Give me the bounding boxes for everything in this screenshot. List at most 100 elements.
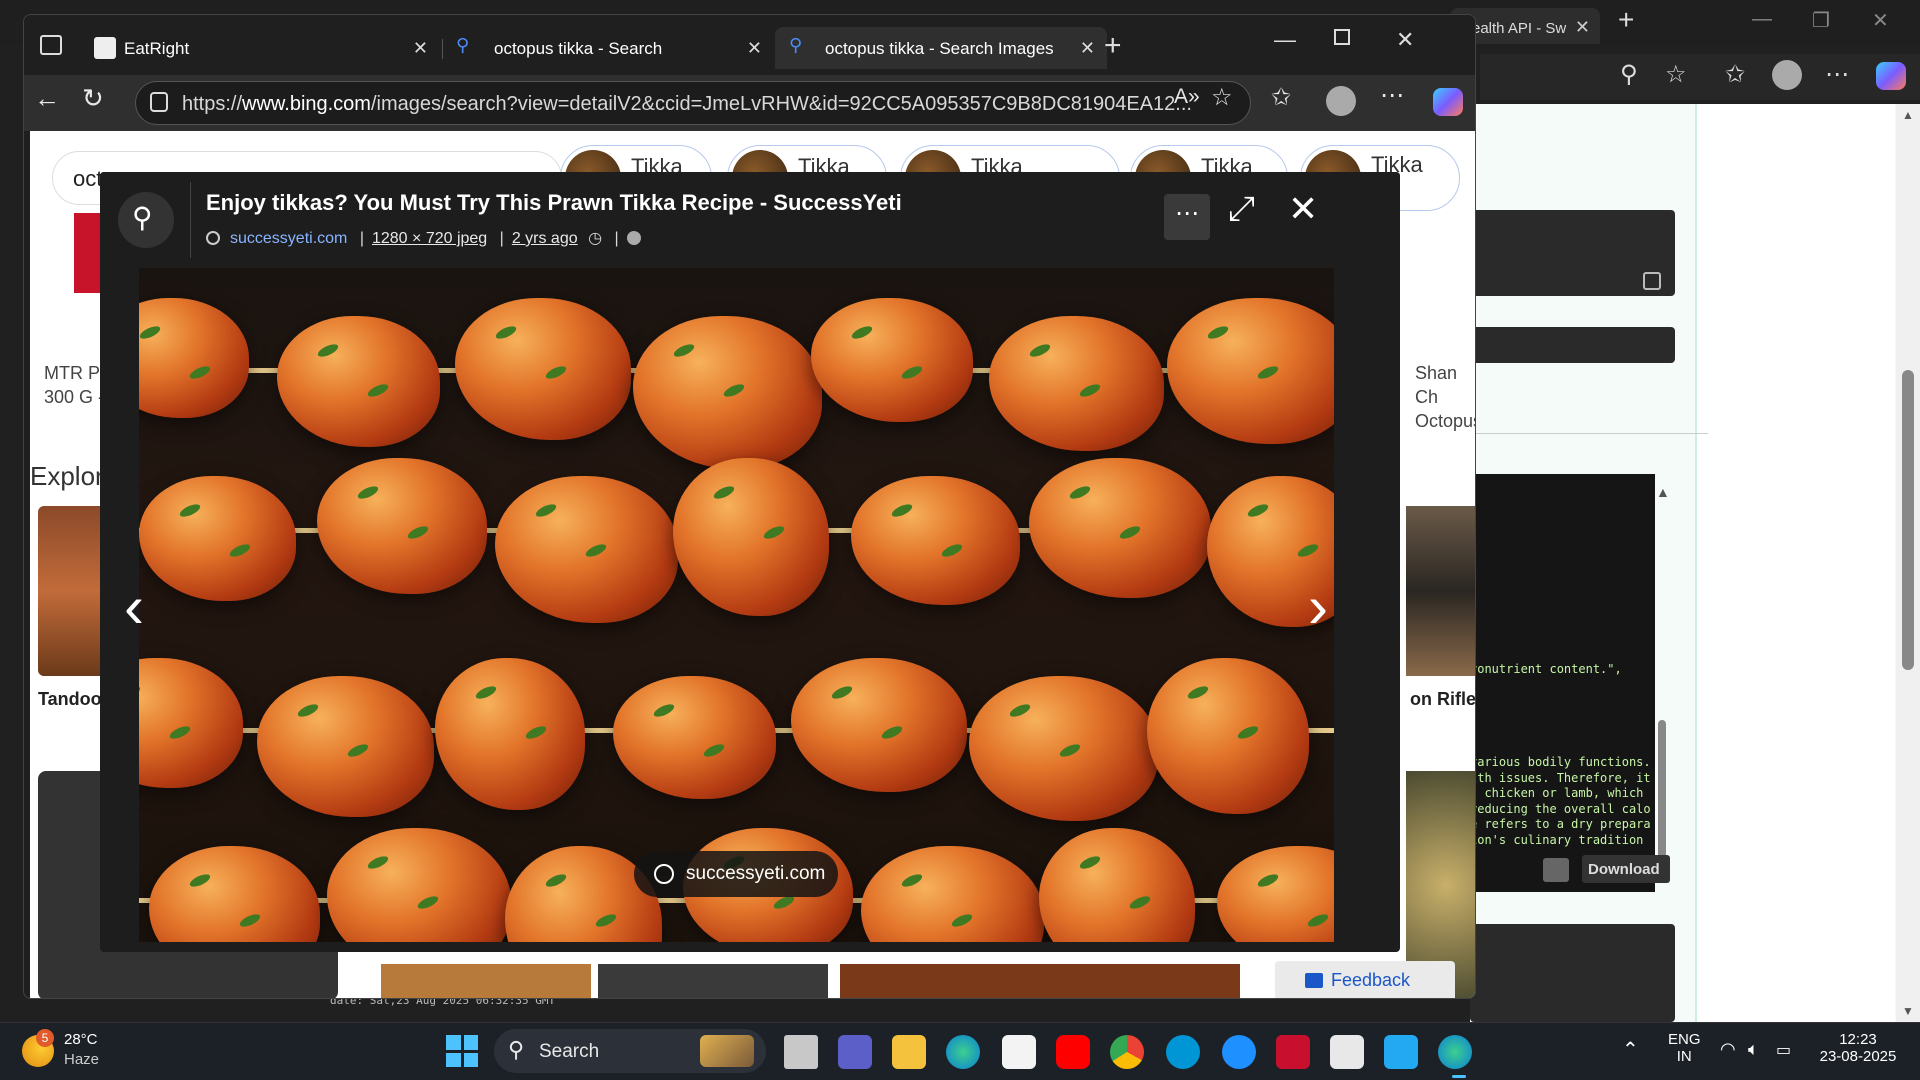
weather-badge: 5 bbox=[36, 1029, 54, 1047]
profile-avatar[interactable] bbox=[1772, 60, 1802, 90]
more-options-button[interactable]: ⋯ bbox=[1164, 194, 1210, 240]
tab-actions-icon[interactable] bbox=[40, 35, 62, 55]
search-highlight-image bbox=[700, 1035, 754, 1067]
url-prefix: https:// bbox=[182, 93, 243, 115]
chevron-up-icon[interactable]: ⌃ bbox=[1622, 1037, 1639, 1062]
response-code-panel: ronutrient content.", various bodily fun… bbox=[1470, 474, 1655, 892]
minimize-icon[interactable]: — bbox=[1752, 8, 1772, 31]
info-icon[interactable] bbox=[626, 231, 641, 245]
read-aloud-icon[interactable]: A» bbox=[1174, 85, 1200, 109]
tab-octopus-search[interactable]: ⚲ octopus tikka - Search ✕ bbox=[444, 27, 770, 69]
explore-image[interactable] bbox=[38, 506, 108, 676]
result-image[interactable] bbox=[840, 964, 1240, 998]
prawn bbox=[139, 298, 249, 418]
image-dimensions[interactable]: 1280 × 720 jpeg bbox=[372, 230, 487, 247]
scroll-up-icon[interactable]: ▲ bbox=[1656, 484, 1670, 500]
prawn bbox=[1039, 828, 1195, 942]
volume-icon[interactable]: 🔈︎ bbox=[1748, 1039, 1759, 1060]
url-path: /images/search?view=detailV2&ccid=JmeLvR… bbox=[370, 93, 1192, 115]
watermark-chip[interactable]: successyeti.com bbox=[634, 851, 838, 897]
feedback-icon bbox=[1305, 973, 1323, 988]
cc-icon[interactable] bbox=[1330, 1035, 1364, 1069]
visual-search-button[interactable]: ⚲ bbox=[118, 192, 174, 248]
minimize-icon[interactable]: — bbox=[1274, 27, 1296, 53]
start-button[interactable] bbox=[446, 1035, 478, 1067]
zoom-icon[interactable]: ⚲ bbox=[1620, 60, 1638, 89]
close-tab-icon[interactable]: ✕ bbox=[413, 38, 428, 59]
refresh-icon[interactable]: ↻ bbox=[82, 83, 104, 114]
close-tab-icon[interactable]: ✕ bbox=[747, 38, 762, 59]
mcafee-icon[interactable] bbox=[1276, 1035, 1310, 1069]
fullscreen-icon[interactable]: ⤢ bbox=[1228, 190, 1255, 229]
weather-desc[interactable]: Haze bbox=[64, 1051, 99, 1068]
rifle-label[interactable]: on Rifle bbox=[1410, 689, 1475, 710]
copilot-icon[interactable] bbox=[1433, 88, 1463, 116]
language-indicator[interactable]: ENG IN bbox=[1668, 1031, 1701, 1065]
close-modal-icon[interactable]: ✕ bbox=[1288, 188, 1318, 230]
favorite-star-icon[interactable]: ☆ bbox=[1665, 60, 1687, 89]
search-icon: ⚲ bbox=[456, 35, 470, 55]
copilot-icon[interactable] bbox=[1876, 62, 1906, 90]
copy-icon[interactable] bbox=[1543, 858, 1569, 882]
prawn bbox=[139, 658, 243, 788]
support-icon[interactable] bbox=[1222, 1035, 1256, 1069]
youtube-icon[interactable] bbox=[1056, 1035, 1090, 1069]
close-icon[interactable]: ✕ bbox=[1575, 17, 1590, 38]
result-image[interactable] bbox=[381, 964, 591, 998]
restore-icon[interactable]: ❐ bbox=[1812, 8, 1830, 33]
prawn bbox=[861, 846, 1044, 942]
clock[interactable]: 12:23 23-08-2025 bbox=[1818, 1031, 1898, 1065]
weather-temp[interactable]: 28°C bbox=[64, 1031, 98, 1048]
hp-icon[interactable] bbox=[1166, 1035, 1200, 1069]
profile-avatar[interactable] bbox=[1326, 86, 1356, 116]
favorites-icon[interactable]: ✩ bbox=[1725, 60, 1745, 89]
next-image-arrow[interactable]: › bbox=[1308, 572, 1328, 641]
source-link[interactable]: successyeti.com bbox=[230, 230, 347, 247]
prawn-tikka-image[interactable] bbox=[139, 268, 1334, 942]
taskbar-search[interactable]: ⚲ Search bbox=[494, 1029, 766, 1073]
task-view-icon[interactable] bbox=[784, 1035, 818, 1069]
explore-image[interactable] bbox=[1406, 506, 1475, 676]
page-scrollbar[interactable]: ▲ ▼ bbox=[1896, 104, 1920, 1022]
back-icon[interactable]: ← bbox=[34, 83, 60, 114]
search-icon: ⚲ bbox=[508, 1037, 525, 1062]
address-bar[interactable]: https://www.bing.com/images/search?view=… bbox=[135, 81, 1251, 125]
copy-icon[interactable] bbox=[1643, 272, 1661, 290]
feedback-button[interactable]: Feedback bbox=[1275, 961, 1455, 998]
store-icon[interactable] bbox=[1002, 1035, 1036, 1069]
file-explorer-icon[interactable] bbox=[892, 1035, 926, 1069]
close-window-icon[interactable]: ✕ bbox=[1396, 27, 1414, 53]
favorites-icon[interactable]: ✩ bbox=[1271, 83, 1291, 112]
result-image[interactable] bbox=[598, 964, 828, 998]
teams-icon[interactable] bbox=[838, 1035, 872, 1069]
tab-divider bbox=[442, 39, 443, 59]
previous-image-arrow[interactable]: ‹ bbox=[124, 572, 144, 641]
history-icon: ◷ bbox=[588, 230, 603, 247]
lock-icon[interactable] bbox=[150, 92, 168, 112]
prawn bbox=[149, 846, 320, 942]
new-tab-icon[interactable]: + bbox=[1104, 29, 1122, 63]
edge-active-icon[interactable] bbox=[1438, 1035, 1472, 1069]
favorite-star-icon[interactable]: ☆ bbox=[1211, 83, 1233, 112]
more-menu-icon[interactable]: ⋯ bbox=[1380, 81, 1404, 110]
wifi-icon[interactable]: ◠ bbox=[1720, 1039, 1736, 1060]
chrome-icon[interactable] bbox=[1110, 1035, 1144, 1069]
close-tab-icon[interactable]: ✕ bbox=[1080, 38, 1095, 59]
image-age[interactable]: 2 yrs ago bbox=[512, 230, 578, 247]
battery-icon[interactable]: ▭ bbox=[1776, 1040, 1791, 1060]
close-window-icon[interactable]: ✕ bbox=[1872, 8, 1889, 33]
tab-eatright[interactable]: EatRight ✕ bbox=[74, 27, 436, 69]
tab-octopus-images[interactable]: ⚲ octopus tikka - Search Images ✕ bbox=[775, 27, 1107, 69]
image-title[interactable]: Enjoy tikkas? You Must Try This Prawn Ti… bbox=[206, 190, 902, 216]
tandoor-label[interactable]: Tandoor bbox=[38, 689, 109, 710]
vscode-icon[interactable] bbox=[1384, 1035, 1418, 1069]
more-menu-icon[interactable]: ⋯ bbox=[1825, 60, 1849, 89]
new-tab-icon[interactable]: + bbox=[1618, 4, 1634, 36]
edge-icon[interactable] bbox=[946, 1035, 980, 1069]
maximize-icon[interactable] bbox=[1334, 29, 1350, 45]
prawn bbox=[277, 316, 440, 447]
code-scrollbar[interactable] bbox=[1658, 720, 1666, 860]
download-button[interactable]: Download bbox=[1582, 855, 1670, 883]
right-product-title[interactable]: Shan Ch Octopus bbox=[1415, 361, 1475, 433]
